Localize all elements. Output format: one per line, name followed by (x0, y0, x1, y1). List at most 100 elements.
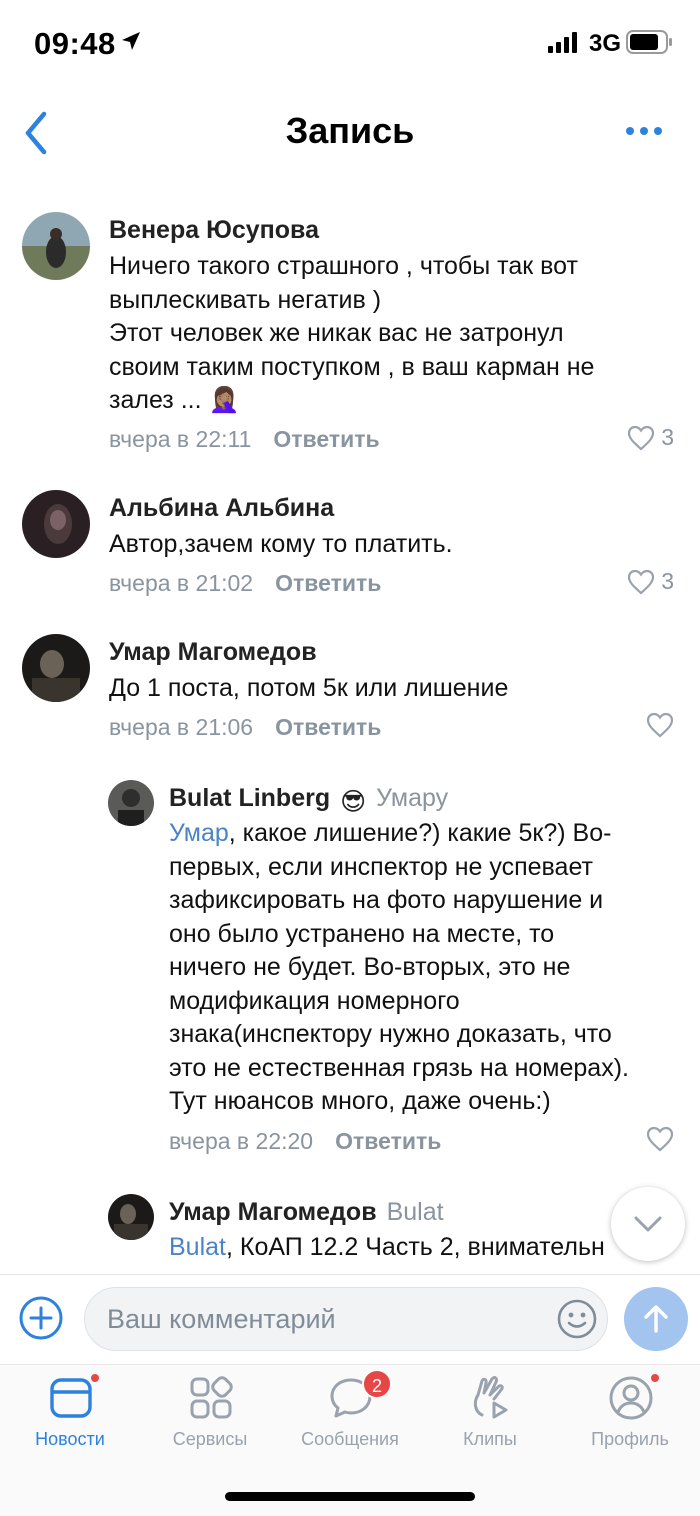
scroll-down-button[interactable] (611, 1187, 685, 1261)
text-line: выплескивать негатив ) (109, 285, 382, 314)
author-name[interactable]: Умар Магомедов (169, 1198, 377, 1226)
text-line: Автор,зачем кому то платить. (109, 530, 453, 558)
text-line: модификация номерного (169, 986, 460, 1015)
services-grid-icon (190, 1376, 233, 1419)
text-fragment: , КоАП 12.2 Часть 2, внимательн (225, 1233, 605, 1261)
tab-label: Новости (35, 1429, 105, 1449)
reply-button[interactable]: Ответить (335, 1128, 441, 1154)
avatar[interactable] (22, 634, 90, 702)
tab-services[interactable]: Сервисы (140, 1375, 280, 1465)
avatar[interactable] (108, 780, 154, 826)
comment-composer (0, 1274, 700, 1364)
heart-icon (646, 712, 674, 738)
text-line: ничего не будет. Во-вторых, это не (169, 953, 571, 981)
reply-button[interactable]: Ответить (275, 714, 381, 740)
reply-button[interactable]: Ответить (275, 570, 381, 596)
reply-to-label[interactable]: Bulat (387, 1198, 444, 1226)
text-line: своим таким поступком , в ваш карман не (109, 352, 595, 381)
home-indicator (225, 1492, 475, 1501)
heart-icon (646, 1126, 674, 1152)
avatar[interactable] (22, 490, 90, 558)
comment-meta: вчера в 22:20 Ответить (169, 1128, 441, 1155)
avatar[interactable] (22, 212, 90, 280)
text-line: первых, если инспектор не успевает (169, 852, 593, 881)
text-line: До 1 поста, потом 5к или лишение (109, 674, 509, 702)
comment-time: вчера в 22:11 (109, 426, 252, 452)
heart-icon (628, 569, 655, 594)
like-button[interactable] (646, 1126, 674, 1152)
comment-author: Bulat Linberg 😎 Умару (169, 784, 448, 817)
arrow-up-icon (644, 1305, 668, 1333)
unread-badge: 2 (362, 1369, 393, 1399)
author-name[interactable]: Bulat Linberg (169, 784, 330, 812)
news-icon (50, 1378, 92, 1418)
status-time: 09:48 (34, 26, 116, 61)
text-fragment: , какое лишение?) какие 5к?) Во- (228, 819, 612, 847)
like-count: 3 (661, 424, 674, 450)
status-bar: 09:48 3G (0, 0, 700, 88)
comment-time: вчера в 22:20 (169, 1128, 314, 1154)
clips-icon (473, 1376, 508, 1419)
tab-label: Клипы (463, 1429, 517, 1449)
comment-author: Умар Магомедов Bulat (169, 1198, 444, 1227)
comment-text: Ничего такого страшного , чтобы так вот … (109, 250, 594, 418)
comment-meta: вчера в 22:11 Ответить (109, 426, 380, 453)
sunglasses-emoji-icon: 😎 (340, 788, 367, 816)
heart-icon (628, 425, 655, 450)
battery-icon (626, 30, 672, 54)
comment-time: вчера в 21:06 (109, 714, 254, 740)
comment-text: До 1 поста, потом 5к или лишение (109, 672, 508, 706)
reply-to-label[interactable]: Умару (376, 784, 448, 812)
tab-news[interactable]: Новости (0, 1373, 140, 1465)
like-button[interactable] (646, 712, 674, 738)
emoji-picker-icon[interactable] (556, 1298, 598, 1340)
comment-time: вчера в 21:02 (109, 570, 254, 596)
location-arrow-icon (122, 32, 140, 50)
tab-clips[interactable]: Клипы (420, 1375, 560, 1465)
text-line: Ничего такого страшного , чтобы так вот (109, 252, 578, 280)
comment-meta: вчера в 21:06 Ответить (109, 714, 381, 741)
notification-dot (90, 1373, 100, 1383)
text-line: Тут нюансов много, даже очень:) (169, 1087, 551, 1115)
tab-label: Сообщения (301, 1429, 399, 1449)
text-line: оно было устранено на месте, то (169, 919, 555, 948)
text-line: знака(инспектору нужно доказать, что (169, 1020, 612, 1048)
text-line: Bulat, КоАП 12.2 Часть 2, внимательн (169, 1231, 605, 1265)
nav-bar: Запись (0, 88, 700, 178)
cellular-signal-icon (548, 32, 577, 53)
more-options-icon[interactable] (620, 116, 668, 146)
notification-dot (650, 1373, 660, 1383)
like-count: 3 (661, 568, 674, 594)
chevron-down-icon (634, 1216, 662, 1232)
like-button[interactable]: 3 (627, 424, 674, 451)
comment-field (84, 1287, 608, 1351)
profile-icon (609, 1376, 653, 1420)
tab-profile[interactable]: Профиль (560, 1373, 700, 1465)
send-button[interactable] (624, 1287, 688, 1351)
text-line: зафиксировать на фото нарушение и (169, 886, 604, 914)
comment-author[interactable]: Умар Магомедов (109, 638, 317, 667)
add-attachment-icon[interactable] (18, 1295, 64, 1341)
page-title: Запись (285, 110, 415, 151)
text-line: это не естественная грязь на номерах). (169, 1053, 629, 1082)
tab-label: Сервисы (172, 1429, 248, 1449)
comment-author[interactable]: Альбина Альбина (109, 494, 334, 523)
mention-link[interactable]: Bulat (169, 1233, 226, 1261)
avatar[interactable] (108, 1194, 154, 1240)
comment-text: Bulat, КоАП 12.2 Часть 2, внимательн (169, 1231, 605, 1265)
network-type: 3G (589, 30, 622, 57)
tab-messages[interactable]: 2 Сообщения (280, 1369, 420, 1465)
comment-meta: вчера в 21:02 Ответить (109, 570, 381, 597)
like-button[interactable]: 3 (627, 568, 674, 595)
text-line: Умар, какое лишение?) какие 5к?) Во- (169, 817, 629, 851)
comment-text: Умар, какое лишение?) какие 5к?) Во- пер… (169, 817, 629, 1119)
comment-text: Автор,зачем кому то платить. (109, 528, 453, 562)
comment-input[interactable] (107, 1288, 547, 1350)
comments-feed[interactable]: Венера Юсупова Ничего такого страшного ,… (0, 178, 700, 1274)
reply-button[interactable]: Ответить (273, 426, 379, 452)
text-line: Этот человек же никак вас не затронул (109, 319, 564, 347)
mention-link[interactable]: Умар (169, 819, 229, 847)
text-line: залез ... 🤦🏽‍♀️ (109, 386, 240, 414)
tab-label: Профиль (591, 1429, 669, 1449)
comment-author[interactable]: Венера Юсупова (109, 216, 319, 245)
